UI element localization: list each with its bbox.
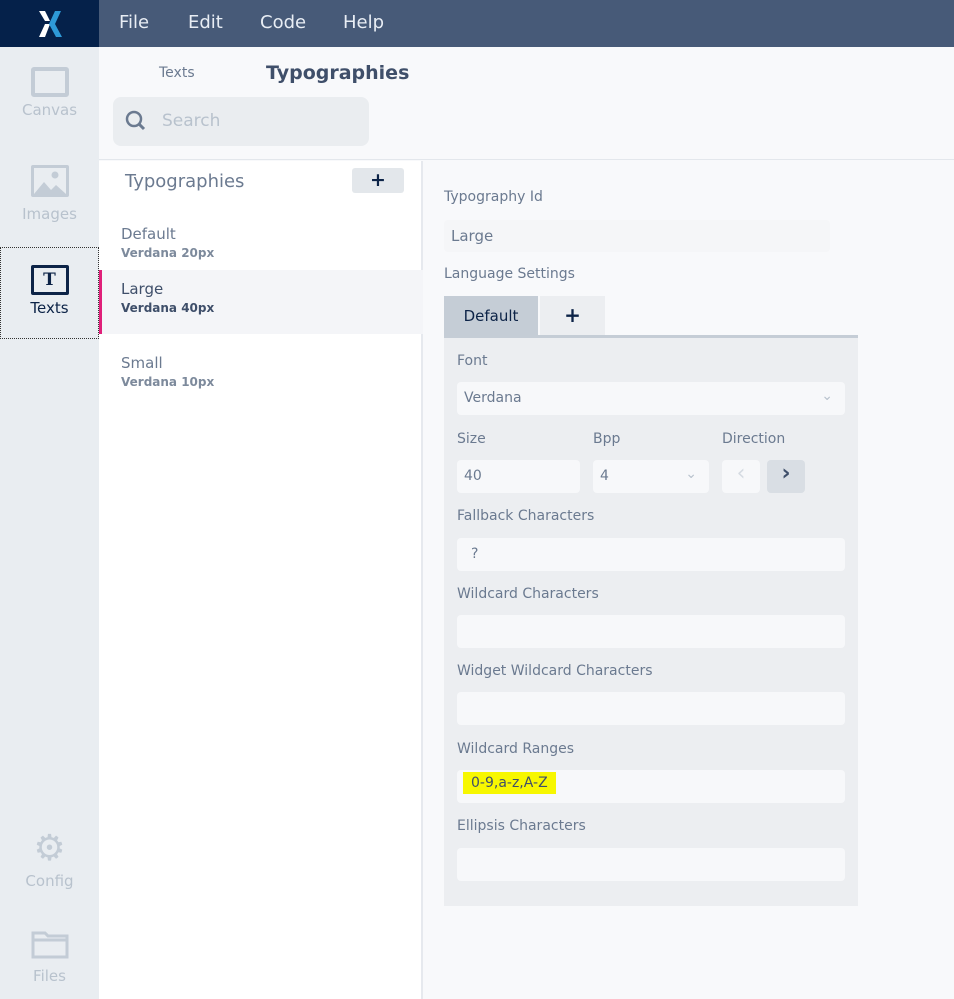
language-settings-panel: Font Verdana ⌄ Size Bpp Direction 40 4 ⌄ ‹… (444, 335, 858, 906)
direction-rtl-button[interactable]: › (767, 460, 805, 493)
wildcard-ranges-input[interactable]: 0-9,a-z,A-Z (457, 770, 845, 803)
canvas-icon (30, 67, 69, 97)
image-icon (30, 165, 69, 197)
wildcard-ranges-label: Wildcard Ranges (457, 741, 574, 757)
item-name: Large (121, 280, 164, 298)
font-label: Font (457, 353, 488, 369)
chevron-right-icon: › (781, 461, 791, 486)
widget-wildcard-input[interactable] (457, 692, 845, 725)
tab-default[interactable]: Default (444, 296, 538, 336)
ellipsis-input[interactable] (457, 848, 845, 881)
size-label: Size (457, 431, 486, 447)
search-icon (125, 110, 146, 131)
fallback-input[interactable]: ? (457, 538, 845, 571)
wildcard-label: Wildcard Characters (457, 586, 599, 602)
sidebar-label: Canvas (21, 101, 78, 119)
text-icon: T (30, 265, 69, 295)
widget-wildcard-label: Widget Wildcard Characters (457, 663, 653, 679)
chevron-down-icon: ⌄ (821, 388, 833, 404)
font-select[interactable]: Verdana ⌄ (457, 382, 845, 415)
sidebar: Canvas Images T Texts ⚙ Config Files (0, 47, 99, 999)
sidebar-label: Config (25, 872, 74, 890)
list-title: Typographies (125, 171, 245, 192)
font-value: Verdana (464, 390, 522, 406)
add-typography-button[interactable]: + (352, 168, 404, 193)
bpp-select[interactable]: 4 ⌄ (593, 460, 709, 493)
chevron-left-icon: ‹ (736, 461, 746, 486)
sidebar-item-texts[interactable]: T Texts (0, 247, 99, 339)
tab-typographies[interactable]: Typographies (266, 62, 409, 84)
search-input[interactable]: Search (113, 97, 369, 146)
nav-header: Texts Typographies Search (99, 47, 954, 160)
add-language-tab[interactable]: + (540, 296, 605, 335)
list-item[interactable]: Small Verdana 10px (99, 344, 423, 408)
bpp-label: Bpp (593, 431, 621, 447)
item-name: Small (121, 354, 163, 372)
item-name: Default (121, 225, 176, 243)
item-detail: Verdana 20px (121, 246, 215, 260)
sidebar-item-images[interactable]: Images (0, 165, 99, 223)
sidebar-label: Files (33, 967, 66, 985)
gear-icon: ⚙ (33, 828, 66, 869)
fallback-label: Fallback Characters (457, 508, 595, 524)
ellipsis-label: Ellipsis Characters (457, 818, 586, 834)
sidebar-item-config[interactable]: ⚙ Config (0, 828, 99, 891)
language-settings-label: Language Settings (444, 266, 575, 282)
app-logo (0, 0, 99, 47)
chevron-down-icon: ⌄ (685, 466, 697, 482)
folder-icon (31, 931, 68, 959)
sidebar-item-files[interactable]: Files (0, 929, 99, 985)
wildcard-ranges-value: 0-9,a-z,A-Z (463, 772, 556, 794)
size-input[interactable]: 40 (457, 460, 580, 493)
search-placeholder: Search (162, 111, 221, 131)
typography-id-input[interactable]: Large (444, 220, 830, 252)
sidebar-item-canvas[interactable]: Canvas (0, 67, 99, 119)
item-detail: Verdana 10px (121, 375, 215, 389)
menu-file[interactable]: File (119, 12, 149, 33)
bpp-value: 4 (600, 468, 609, 484)
sidebar-label: Texts (30, 299, 69, 317)
typography-id-label: Typography Id (444, 189, 543, 205)
menu-code[interactable]: Code (260, 12, 306, 33)
wildcard-input[interactable] (457, 615, 845, 648)
list-item-selected[interactable]: Large Verdana 40px (99, 270, 423, 334)
typography-list: Typographies + Default Verdana 20px Large… (99, 161, 423, 999)
sidebar-label: Images (22, 205, 77, 223)
direction-label: Direction (722, 431, 786, 447)
direction-ltr-button[interactable]: ‹ (722, 460, 760, 493)
menu-edit[interactable]: Edit (188, 12, 223, 33)
menu-help[interactable]: Help (343, 12, 384, 33)
tab-texts[interactable]: Texts (159, 65, 195, 81)
item-detail: Verdana 40px (121, 301, 215, 315)
